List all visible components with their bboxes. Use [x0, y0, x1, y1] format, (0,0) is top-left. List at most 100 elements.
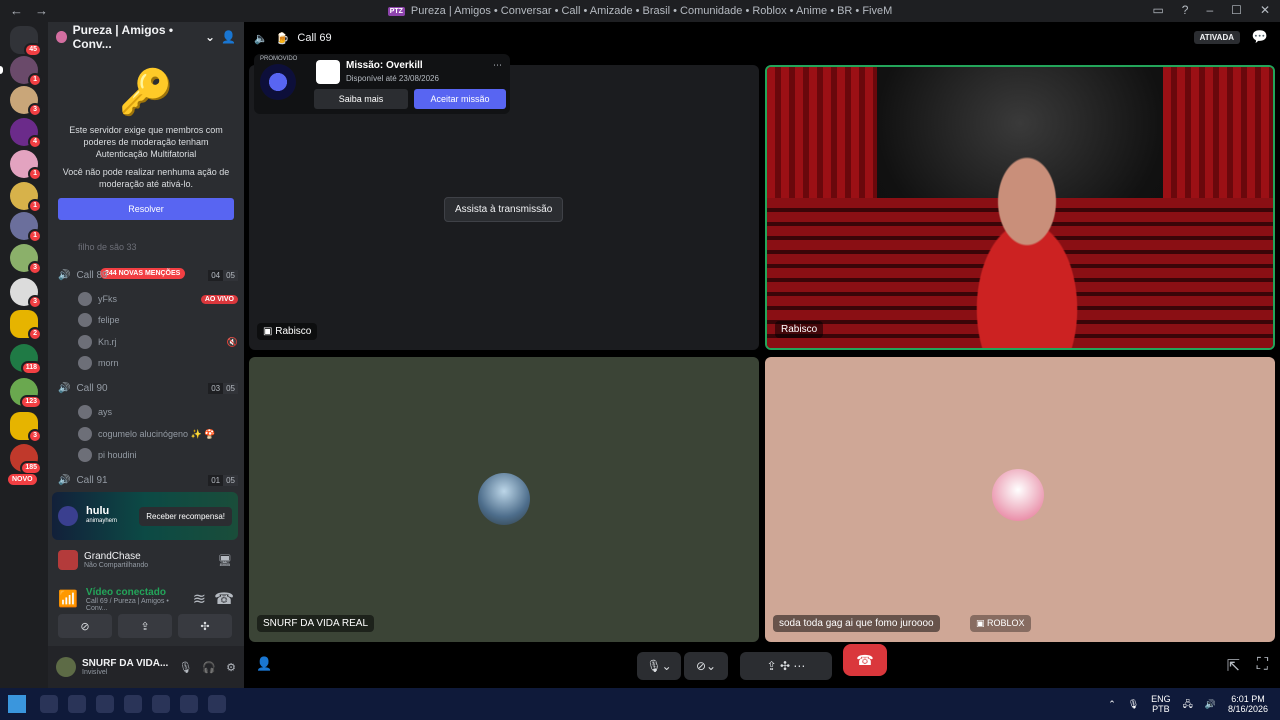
video-tile[interactable]: Rabisco [765, 65, 1275, 350]
roblox-logo-icon [316, 60, 340, 84]
activity-panel[interactable]: GrandChase Não Compartilhando 🖥 [52, 542, 238, 578]
voice-member[interactable]: yFks AO VIVO [78, 292, 238, 306]
learn-more-button[interactable]: Saiba mais [314, 89, 408, 109]
channel-name: Call 89 [76, 270, 108, 281]
direct-messages-icon[interactable]: 45 [10, 26, 42, 57]
voice-member[interactable]: morn [78, 356, 238, 370]
add-user-icon[interactable]: 👤 [256, 656, 272, 672]
microphone-icon[interactable]: 🎙 [178, 661, 192, 674]
disconnect-button[interactable]: ☎ [843, 644, 887, 676]
quest-popup: PROMOVIDO Missão: Overkill Disponível at… [254, 54, 510, 114]
screen-share-controls[interactable]: ⇪ ✣ ⋯ [740, 652, 832, 680]
speaker-icon: 🔊 [58, 270, 71, 281]
discord-taskbar-icon[interactable] [124, 695, 142, 713]
username[interactable]: SNURF DA VIDA... [82, 658, 168, 669]
accept-quest-button[interactable]: Aceitar missão [414, 89, 506, 109]
server-icon[interactable]: 3 [10, 278, 42, 309]
avatar [78, 356, 92, 370]
tile-label: ▣ Rabisco [257, 323, 318, 340]
maximize-button[interactable]: ☐ [1231, 3, 1242, 17]
claim-reward-button[interactable]: Receber recompensa! [139, 506, 232, 526]
server-icon[interactable]: 1 [10, 212, 42, 243]
signal-icon[interactable]: 📶 [58, 589, 78, 609]
mfa-text: Este servidor exige que membros com pode… [69, 125, 223, 159]
quest-icon [260, 64, 296, 100]
channel-item-partial[interactable]: filho de são 33 [78, 242, 137, 252]
new-badge: NOVO [8, 474, 37, 485]
guild-header[interactable]: Pureza | Amigos • Conv... ⌄ 👤 [48, 22, 244, 52]
server-icon[interactable]: 4 [10, 118, 42, 149]
voice-member[interactable]: felipe [78, 313, 238, 327]
windows-start-icon[interactable] [8, 695, 26, 713]
server-icon[interactable]: 3 [10, 244, 42, 275]
server-icon[interactable]: 2 [10, 310, 42, 341]
microphone-button[interactable]: 🎙⌄ [637, 652, 681, 680]
avatar[interactable] [56, 657, 76, 677]
server-icon[interactable]: 123 [10, 378, 42, 409]
clock[interactable]: 6:01 PM 8/16/2026 [1228, 694, 1268, 714]
user-tile[interactable]: SNURF DA VIDA REAL [249, 357, 759, 642]
server-icon[interactable]: 118 [10, 344, 42, 375]
game-name: GrandChase [84, 551, 141, 562]
disconnect-icon[interactable]: ☎ [214, 589, 234, 609]
connection-detail[interactable]: Call 69 / Pureza | Amigos • Conv... [86, 598, 185, 612]
chevron-up-icon[interactable]: ⌃ [1108, 699, 1116, 709]
server-count: 1 [28, 167, 42, 181]
activities-button[interactable]: ✣ [178, 614, 232, 638]
taskbar-app-icon[interactable] [96, 695, 114, 713]
voice-member[interactable]: ays [78, 405, 238, 419]
volume-icon[interactable]: 🔊 [1205, 699, 1216, 709]
invite-icon[interactable]: 👤 [221, 30, 236, 44]
screen-share-icon[interactable]: 🖥 [218, 554, 232, 567]
camera-off-button[interactable]: ⊘ [58, 614, 112, 638]
help-icon[interactable]: ? [1182, 3, 1189, 17]
speaker-icon: 🔊 [58, 475, 71, 486]
server-icon[interactable]: 3 [10, 412, 42, 443]
network-icon[interactable]: 🖧 [1183, 699, 1193, 709]
share-screen-button[interactable]: ⇪ [118, 614, 172, 638]
inbox-icon[interactable]: ▭ [1152, 3, 1163, 17]
taskbar-app-icon[interactable] [180, 695, 198, 713]
voice-channel-call-89[interactable]: 🔊 Call 89 04 05 [58, 270, 238, 281]
watch-stream-button[interactable]: Assista à transmissão [444, 197, 564, 222]
server-icon[interactable]: 1 [10, 182, 42, 213]
chat-icon[interactable]: 💬 [1252, 29, 1268, 45]
promo-banner[interactable]: hulu animayhem Receber recompensa! [52, 492, 238, 540]
server-icon[interactable]: 1 [10, 56, 42, 87]
voice-member[interactable]: Kn.rj 🔇 [78, 335, 238, 349]
channel-sidebar: Pureza | Amigos • Conv... ⌄ 👤 🔑 Este ser… [48, 22, 244, 688]
voice-channel-call-90[interactable]: 🔊 Call 90 03 05 [58, 383, 238, 394]
status-badge[interactable]: ATIVADA [1193, 31, 1240, 44]
speaker-icon: 🔊 [58, 383, 71, 394]
voice-member[interactable]: cogumelo alucinógeno ✨ 🍄 [78, 427, 238, 441]
voice-member[interactable]: pi houdini [78, 448, 238, 462]
taskbar-app-icon[interactable] [40, 695, 58, 713]
gear-icon[interactable]: ⚙ [226, 661, 236, 674]
steam-icon[interactable] [152, 695, 170, 713]
taskbar-app-icon[interactable] [208, 695, 226, 713]
noise-suppression-icon[interactable]: ≋ [193, 589, 206, 609]
taskbar-app-icon[interactable] [68, 695, 86, 713]
system-tray: ⌃ 🎙 ENG PTB 🖧 🔊 6:01 PM 8/16/2026 [1108, 694, 1268, 714]
avatar [78, 427, 92, 441]
close-button[interactable]: ✕ [1260, 3, 1270, 17]
minimize-button[interactable]: – [1206, 3, 1213, 17]
more-options-icon[interactable]: ⋯ [493, 60, 502, 71]
server-count: 1 [28, 73, 42, 87]
server-icon[interactable]: 185 [10, 444, 42, 475]
tile-label: SNURF DA VIDA REAL [257, 615, 375, 632]
popout-icon[interactable]: ⇱ [1227, 656, 1240, 676]
server-icon[interactable]: 3 [10, 86, 42, 117]
voice-connection-panel: 📶 Vídeo conectado Call 69 / Pureza | Amig… [48, 582, 244, 616]
user-tile[interactable]: soda toda gag ai que fomo juroooo ▣ ROBL… [765, 357, 1275, 642]
game-icon [58, 550, 78, 570]
language-indicator[interactable]: ENG PTB [1151, 694, 1171, 714]
microphone-tray-icon[interactable]: 🎙 [1128, 699, 1139, 709]
fullscreen-icon[interactable]: ⛶ [1257, 656, 1268, 674]
voice-channel-call-91[interactable]: 🔊 Call 91 01 05 [58, 475, 238, 486]
resolve-button[interactable]: Resolver [58, 198, 234, 220]
headphones-icon[interactable]: 🎧 [202, 661, 216, 674]
server-icon[interactable]: 1 [10, 150, 42, 181]
server-count: 3 [28, 103, 42, 117]
camera-button[interactable]: ⊘⌄ [684, 652, 728, 680]
